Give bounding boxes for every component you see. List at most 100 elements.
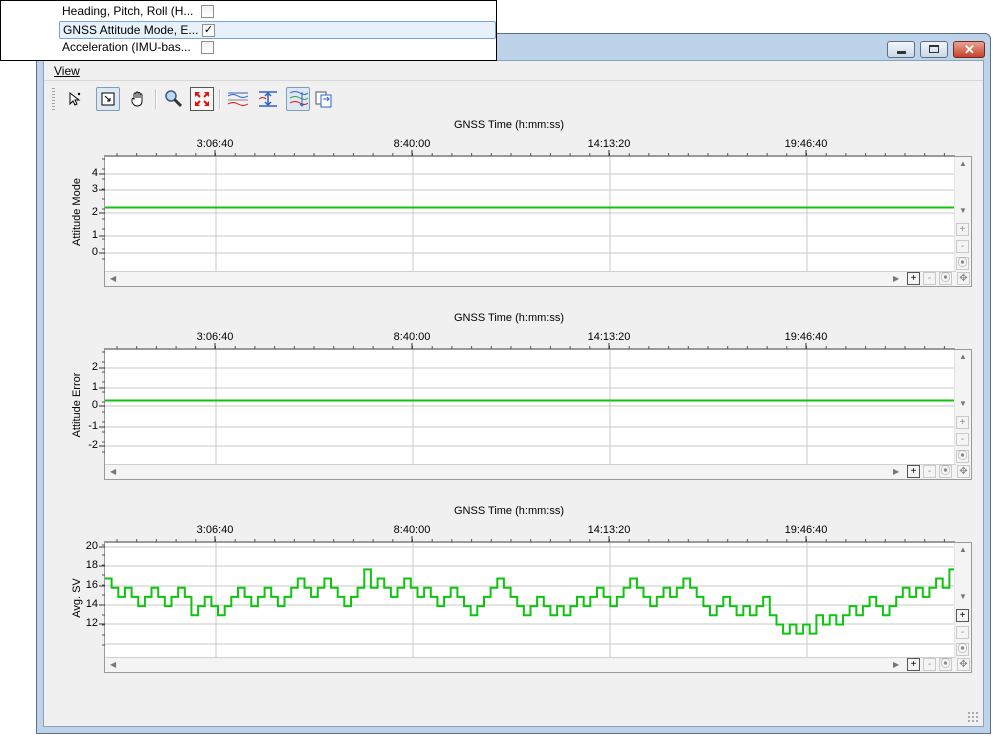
stacked-plots-button[interactable] xyxy=(286,87,310,111)
scroll-down-icon[interactable]: ▼ xyxy=(959,592,967,601)
horizontal-scrollbar[interactable]: ◀ ▶ + - ⦿ xyxy=(105,657,956,672)
h-zoom-out-button[interactable]: - xyxy=(923,272,936,285)
toolbar-separator xyxy=(155,89,157,109)
zoom-box-button[interactable] xyxy=(96,87,120,111)
scroll-up-icon[interactable]: ▲ xyxy=(959,352,967,361)
maximize-button[interactable] xyxy=(920,41,948,58)
scroll-right-icon[interactable]: ▶ xyxy=(893,274,899,283)
maximize-icon xyxy=(929,45,939,53)
minimize-icon xyxy=(897,51,906,54)
y-axis-title: Attitude Error xyxy=(71,372,83,438)
fit-all-button[interactable]: ✥ xyxy=(957,272,970,285)
y-tick-label: 0 xyxy=(91,399,98,411)
popup-item[interactable]: Heading, Pitch, Roll (H... xyxy=(59,3,496,21)
h-zoom-in-button[interactable]: + xyxy=(907,658,920,671)
pan-button[interactable] xyxy=(126,87,150,111)
y-tick-label: -1 xyxy=(88,420,98,432)
magnifier-button[interactable] xyxy=(162,87,186,111)
h-zoom-out-button[interactable]: - xyxy=(923,658,936,671)
scroll-left-icon[interactable]: ◀ xyxy=(110,467,116,476)
v-reset-button[interactable]: ⦿ xyxy=(956,450,969,463)
close-icon: ✕ xyxy=(964,42,975,57)
y-axis-ticks xyxy=(99,544,105,646)
v-reset-button[interactable]: ⦿ xyxy=(956,257,969,270)
fit-all-button[interactable]: ✥ xyxy=(957,465,970,478)
x-tick-label: 14:13:20 xyxy=(587,331,631,343)
multiple-series-button[interactable] xyxy=(226,87,250,111)
x-tick-label: 8:40:00 xyxy=(393,331,431,343)
x-tick-label: 3:06:40 xyxy=(196,524,234,536)
multiple-series-icon xyxy=(227,92,249,106)
vertical-scrollbar[interactable]: ▲ ▼ + - ⦿ xyxy=(954,543,971,671)
x-tick-label: 14:13:20 xyxy=(587,524,631,536)
h-fit-button[interactable]: ⦿ xyxy=(939,658,952,671)
zoom-extents-button[interactable] xyxy=(190,87,214,111)
scroll-right-icon[interactable]: ▶ xyxy=(893,660,899,669)
vertical-scale-icon xyxy=(258,91,277,107)
checkmark-icon: ✓ xyxy=(203,24,214,36)
popup-item[interactable]: Acceleration (IMU-bas... xyxy=(59,39,496,57)
v-zoom-out-button[interactable]: - xyxy=(956,433,969,446)
y-tick-label: 2 xyxy=(91,206,98,218)
plot-canvas[interactable]: ▲ ▼ + - ⦿ ◀ ▶ + - ⦿ ✥ xyxy=(104,542,972,673)
horizontal-scrollbar[interactable]: ◀ ▶ + - ⦿ xyxy=(105,464,956,479)
client-area: View GNSS Time (h:mm:ss) 3:06:40 8:40:00… xyxy=(43,60,984,727)
v-zoom-in-button[interactable]: + xyxy=(956,223,969,236)
popup-item-label: Heading, Pitch, Roll (H... xyxy=(62,4,194,18)
h-zoom-out-button[interactable]: - xyxy=(923,465,936,478)
popup-item[interactable]: GNSS Attitude Mode, E... ✓ xyxy=(59,21,496,39)
v-zoom-out-button[interactable]: - xyxy=(956,626,969,639)
x-tick-label: 3:06:40 xyxy=(196,138,234,150)
y-tick-label: 1 xyxy=(91,229,98,241)
vertical-scrollbar[interactable]: ▲ ▼ + - ⦿ xyxy=(954,350,971,478)
y-tick-label: 16 xyxy=(85,579,98,591)
y-tick-label: 3 xyxy=(91,183,98,195)
v-zoom-in-button[interactable]: + xyxy=(956,416,969,429)
scroll-up-icon[interactable]: ▲ xyxy=(959,545,967,554)
zoom-extents-icon xyxy=(195,92,209,106)
stacked-plots-icon xyxy=(289,91,308,107)
horizontal-scrollbar[interactable]: ◀ ▶ + - ⦿ xyxy=(105,271,956,286)
vertical-scale-button[interactable] xyxy=(256,87,280,111)
v-zoom-out-button[interactable]: - xyxy=(956,240,969,253)
y-tick-label: 14 xyxy=(85,598,98,610)
plot-canvas[interactable]: ▲ ▼ + - ⦿ ◀ ▶ + - ⦿ ✥ xyxy=(104,156,972,287)
v-zoom-in-button[interactable]: + xyxy=(956,609,969,622)
y-tick-label: 1 xyxy=(91,381,98,393)
scroll-up-icon[interactable]: ▲ xyxy=(959,159,967,168)
scroll-left-icon[interactable]: ◀ xyxy=(110,274,116,283)
h-fit-button[interactable]: ⦿ xyxy=(939,272,952,285)
resize-grip[interactable] xyxy=(967,711,979,723)
plot-svg xyxy=(105,157,956,272)
h-zoom-in-button[interactable]: + xyxy=(907,272,920,285)
menu-view[interactable]: View xyxy=(54,64,80,78)
scroll-left-icon[interactable]: ◀ xyxy=(110,660,116,669)
pan-hand-icon xyxy=(131,91,143,107)
vertical-scrollbar[interactable]: ▲ ▼ + - ⦿ xyxy=(954,157,971,285)
y-tick-label: -2 xyxy=(88,439,98,451)
scroll-down-icon[interactable]: ▼ xyxy=(959,206,967,215)
minimize-button[interactable] xyxy=(887,41,915,58)
select-pointer-icon xyxy=(69,91,81,106)
fit-all-button[interactable]: ✥ xyxy=(957,658,970,671)
scroll-down-icon[interactable]: ▼ xyxy=(959,399,967,408)
scroll-right-icon[interactable]: ▶ xyxy=(893,467,899,476)
h-fit-button[interactable]: ⦿ xyxy=(939,465,952,478)
x-axis-title: GNSS Time (h:mm:ss) xyxy=(453,312,564,324)
x-tick-label: 19:46:40 xyxy=(784,331,828,343)
h-zoom-in-button[interactable]: + xyxy=(907,465,920,478)
popup-item-checkbox[interactable]: ✓ xyxy=(202,24,215,37)
popup-item-checkbox[interactable] xyxy=(201,41,214,54)
y-tick-label: 2 xyxy=(91,361,98,373)
series-selector-popup: Heading, Pitch, Roll (H... GNSS Attitude… xyxy=(0,0,497,61)
toolbar-grip[interactable] xyxy=(52,88,55,110)
plot-canvas[interactable]: ▲ ▼ + - ⦿ ◀ ▶ + - ⦿ ✥ xyxy=(104,349,972,480)
v-reset-button[interactable]: ⦿ xyxy=(956,643,969,656)
x-tick-label: 8:40:00 xyxy=(393,138,431,150)
toolbar-separator xyxy=(219,89,221,109)
sync-plots-button[interactable] xyxy=(312,87,336,111)
select-pointer-button[interactable] xyxy=(62,87,86,111)
popup-item-checkbox[interactable] xyxy=(201,5,214,18)
y-tick-label: 20 xyxy=(85,540,98,552)
close-button[interactable]: ✕ xyxy=(953,41,985,58)
